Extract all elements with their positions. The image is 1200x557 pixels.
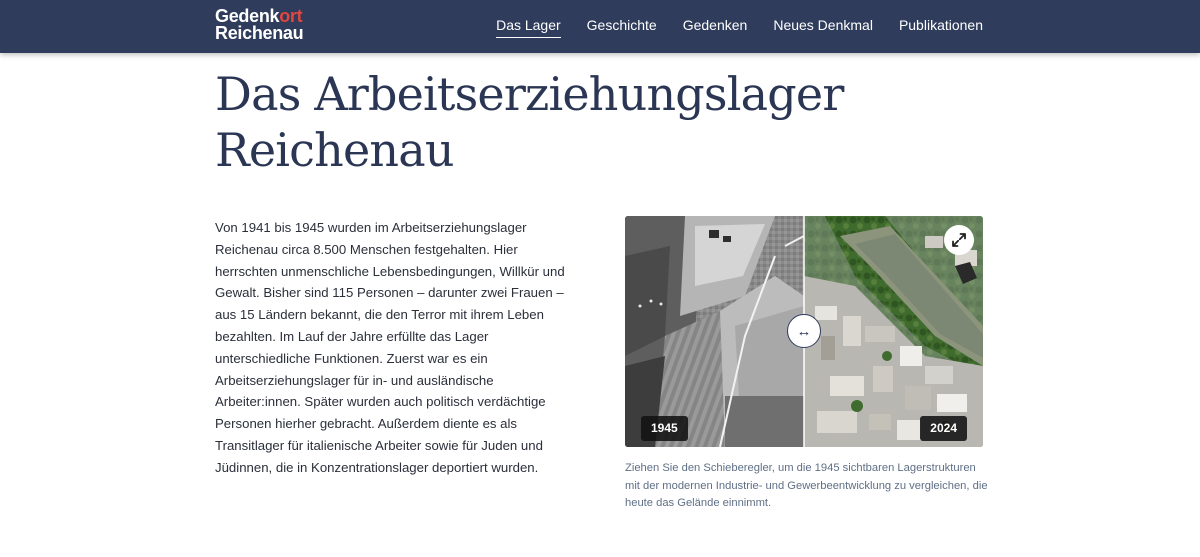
aerial-1945 [625, 216, 805, 447]
year-label-right: 2024 [920, 416, 967, 441]
nav-item-neues-denkmal[interactable]: Neues Denkmal [773, 17, 873, 38]
nav-item-das-lager[interactable]: Das Lager [496, 17, 561, 38]
fullscreen-button[interactable] [944, 225, 974, 255]
arrows-horizontal-icon: ↔ [796, 322, 812, 340]
site-logo[interactable]: Gedenkort Reichenau [215, 7, 304, 43]
year-label-left: 1945 [641, 416, 688, 441]
site-header: Gedenkort Reichenau Das Lager Geschichte… [0, 0, 1200, 53]
nav-item-geschichte[interactable]: Geschichte [587, 17, 657, 38]
image-compare-slider[interactable]: 1945 2024 ↔ [625, 216, 983, 447]
image-caption: Ziehen Sie den Schieberegler, um die 194… [625, 462, 988, 510]
expand-icon [952, 233, 966, 247]
slider-handle[interactable]: ↔ [787, 314, 821, 348]
nav-item-publikationen[interactable]: Publikationen [899, 17, 983, 38]
intro-text: Von 1941 bis 1945 wurden im Arbeitserzie… [215, 220, 565, 475]
main-nav: Das Lager Geschichte Gedenken Neues Denk… [496, 17, 983, 38]
nav-item-gedenken[interactable]: Gedenken [683, 17, 748, 38]
logo-line-2: Reichenau [215, 23, 304, 43]
page-title: Das Arbeitserziehungslager Reichenau [215, 66, 975, 178]
page-title-line-2: Reichenau [215, 123, 454, 177]
page-title-line-1: Das Arbeitserziehungslager [215, 67, 844, 121]
